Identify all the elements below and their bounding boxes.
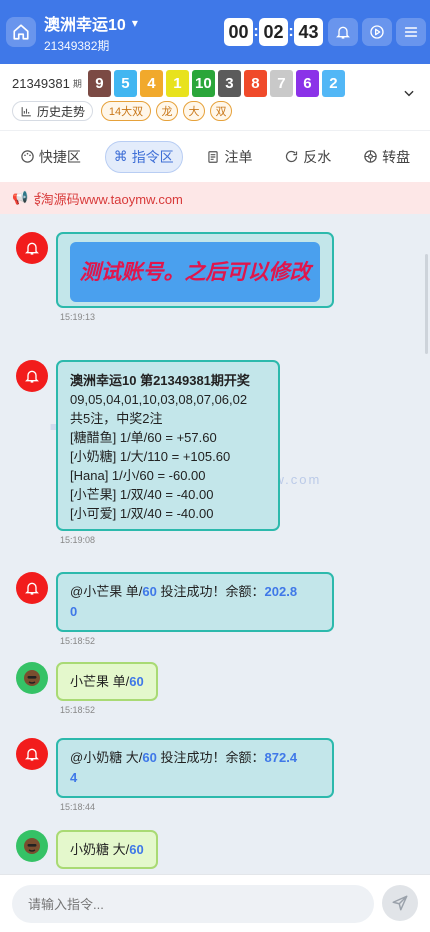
bot-avatar: [16, 232, 48, 264]
dragon-tag: 龙: [156, 101, 179, 121]
bet-result-line: [小芒果] 1/双/40 = -40.00: [70, 487, 214, 502]
current-issue: 21349382期: [44, 38, 110, 53]
draw-result-row: 21349381 期 9 5 4 1 10 3 8 7 6 2: [12, 70, 348, 97]
home-icon: [13, 24, 29, 40]
expand-results-button[interactable]: [402, 86, 416, 103]
result-ball: 9: [87, 70, 111, 97]
bet-result-line: [糖醋鱼] 1/单/60 = +57.60: [70, 430, 217, 445]
timer-hours: 00: [224, 18, 253, 46]
message-item: @小奶糖 大/60 投注成功！余额：872.4 4 15:18:44: [16, 738, 334, 812]
command-input[interactable]: [12, 885, 374, 923]
result-ball: 4: [139, 70, 163, 97]
timer-minutes: 02: [259, 18, 288, 46]
bet-result-line: [小可爱] 1/双/40 = -40.00: [70, 506, 214, 521]
send-button[interactable]: [382, 885, 418, 921]
countdown-timer: 00 : 02 : 43: [224, 18, 323, 46]
user-avatar: [16, 662, 48, 694]
last-draw-panel: 21349381 期 9 5 4 1 10 3 8 7 6 2 历史走势 14大双 龙 大 双: [0, 64, 430, 130]
play-button[interactable]: [362, 18, 392, 46]
user-avatar: [16, 830, 48, 862]
tab-rebate[interactable]: 反水: [276, 141, 339, 173]
home-button[interactable]: [6, 17, 36, 47]
bell-icon: [25, 370, 39, 383]
play-circle-icon: [370, 25, 384, 39]
bell-icon: [336, 26, 350, 39]
bet-result-line: [Hana] 1/小/60 = -60.00: [70, 468, 206, 483]
history-trend-button[interactable]: 历史走势: [12, 101, 94, 121]
chat-scrollbar[interactable]: [425, 254, 428, 354]
tab-bets[interactable]: 注单: [198, 141, 260, 173]
message-item: 小芒果 单/60 15:18:52: [16, 662, 158, 715]
message-bubble: 测试账号。之后可以修改: [56, 232, 334, 308]
message-time: 15:19:13: [60, 312, 96, 322]
result-ball: 5: [113, 70, 137, 97]
result-ball: 7: [269, 70, 293, 97]
bot-avatar: [16, 572, 48, 604]
chat-area[interactable]: T 淘源码 www.taoymw.com 测试账号。之后可以修改 15:19:1…: [0, 214, 430, 874]
notification-button[interactable]: [328, 18, 358, 46]
input-bar: [0, 874, 430, 932]
message-bubble: @小奶糖 大/60 投注成功！余额：872.4 4: [56, 738, 334, 798]
bell-icon: [25, 582, 39, 595]
spin-icon: [364, 150, 377, 163]
send-icon: [392, 895, 408, 911]
bar-chart-icon: [21, 106, 31, 116]
message-item: 小奶糖 大/60: [16, 830, 158, 869]
palette-icon: [21, 150, 34, 163]
timer-seconds: 43: [294, 18, 323, 46]
test-account-banner: 测试账号。之后可以修改: [70, 242, 320, 302]
message-bubble: 小奶糖 大/60: [56, 830, 158, 869]
bot-avatar: [16, 360, 48, 392]
message-time: 15:18:44: [60, 802, 96, 812]
game-title-selector[interactable]: 澳洲幸运10 ▾ 21349382期: [44, 11, 138, 54]
message-item: 澳洲幸运10 第21349381期开奖 09,05,04,01,10,03,08…: [16, 360, 280, 545]
message-bubble: 澳洲幸运10 第21349381期开奖 09,05,04,01,10,03,08…: [56, 360, 280, 531]
bet-result-line: [小奶糖] 1/大/110 = +105.60: [70, 449, 231, 464]
hamburger-menu-icon: [404, 27, 418, 37]
notice-bar: 📢 ई淘源码www.taoymw.com: [0, 182, 430, 214]
megaphone-icon: 📢: [12, 190, 29, 205]
draw-summary: 共5注，中奖2注: [70, 411, 163, 426]
bell-icon: [25, 748, 39, 761]
message-time: 15:19:08: [60, 535, 96, 545]
draw-issue-suffix: 期: [72, 79, 82, 89]
result-ball: 8: [243, 70, 267, 97]
big-tag: 大: [183, 101, 206, 121]
menu-button[interactable]: [396, 18, 426, 46]
message-bubble: @小芒果 单/60 投注成功！余额：202.8 0: [56, 572, 334, 632]
draw-issue-number: 21349381: [12, 76, 70, 91]
bell-icon: [25, 242, 39, 255]
message-item: @小芒果 单/60 投注成功！余额：202.8 0 15:18:52: [16, 572, 334, 646]
refresh-icon: [286, 150, 298, 163]
result-ball: 10: [191, 70, 215, 97]
message-time: 15:18:52: [60, 705, 96, 715]
game-title: 澳洲幸运10: [44, 16, 126, 34]
history-trend-label: 历史走势: [37, 104, 86, 119]
tab-quick[interactable]: 快捷区: [12, 141, 89, 173]
bot-avatar: [16, 738, 48, 770]
message-time: 15:18:52: [60, 636, 96, 646]
result-ball: 3: [217, 70, 241, 97]
draw-summary-row: 历史走势 14大双 龙 大 双: [12, 101, 233, 121]
chevron-down-icon: [404, 90, 414, 97]
document-icon: [208, 150, 219, 163]
tab-wheel[interactable]: 转盘: [355, 141, 418, 173]
person-avatar-icon: [24, 670, 40, 686]
command-icon: ⌘: [113, 148, 128, 164]
result-ball: 2: [321, 70, 345, 97]
tab-bar: 快捷区 ⌘ 指令区 注单 反水 转盘: [0, 130, 430, 182]
message-bubble: 小芒果 单/60: [56, 662, 158, 701]
tab-command[interactable]: ⌘ 指令区: [104, 140, 183, 173]
sum-tag: 14大双: [101, 101, 152, 121]
notice-text: ई淘源码www.taoymw.com: [34, 191, 183, 207]
draw-announcement-title: 澳洲幸运10 第21349381期开奖: [70, 373, 250, 388]
message-item: 测试账号。之后可以修改 15:19:13: [16, 232, 334, 322]
chevron-down-icon: ▾: [131, 15, 138, 30]
even-tag: 双: [210, 101, 233, 121]
result-ball: 1: [165, 70, 189, 97]
draw-numbers: 09,05,04,01,10,03,08,07,06,02: [70, 392, 248, 407]
person-avatar-icon: [24, 838, 40, 854]
result-ball: 6: [295, 70, 319, 97]
